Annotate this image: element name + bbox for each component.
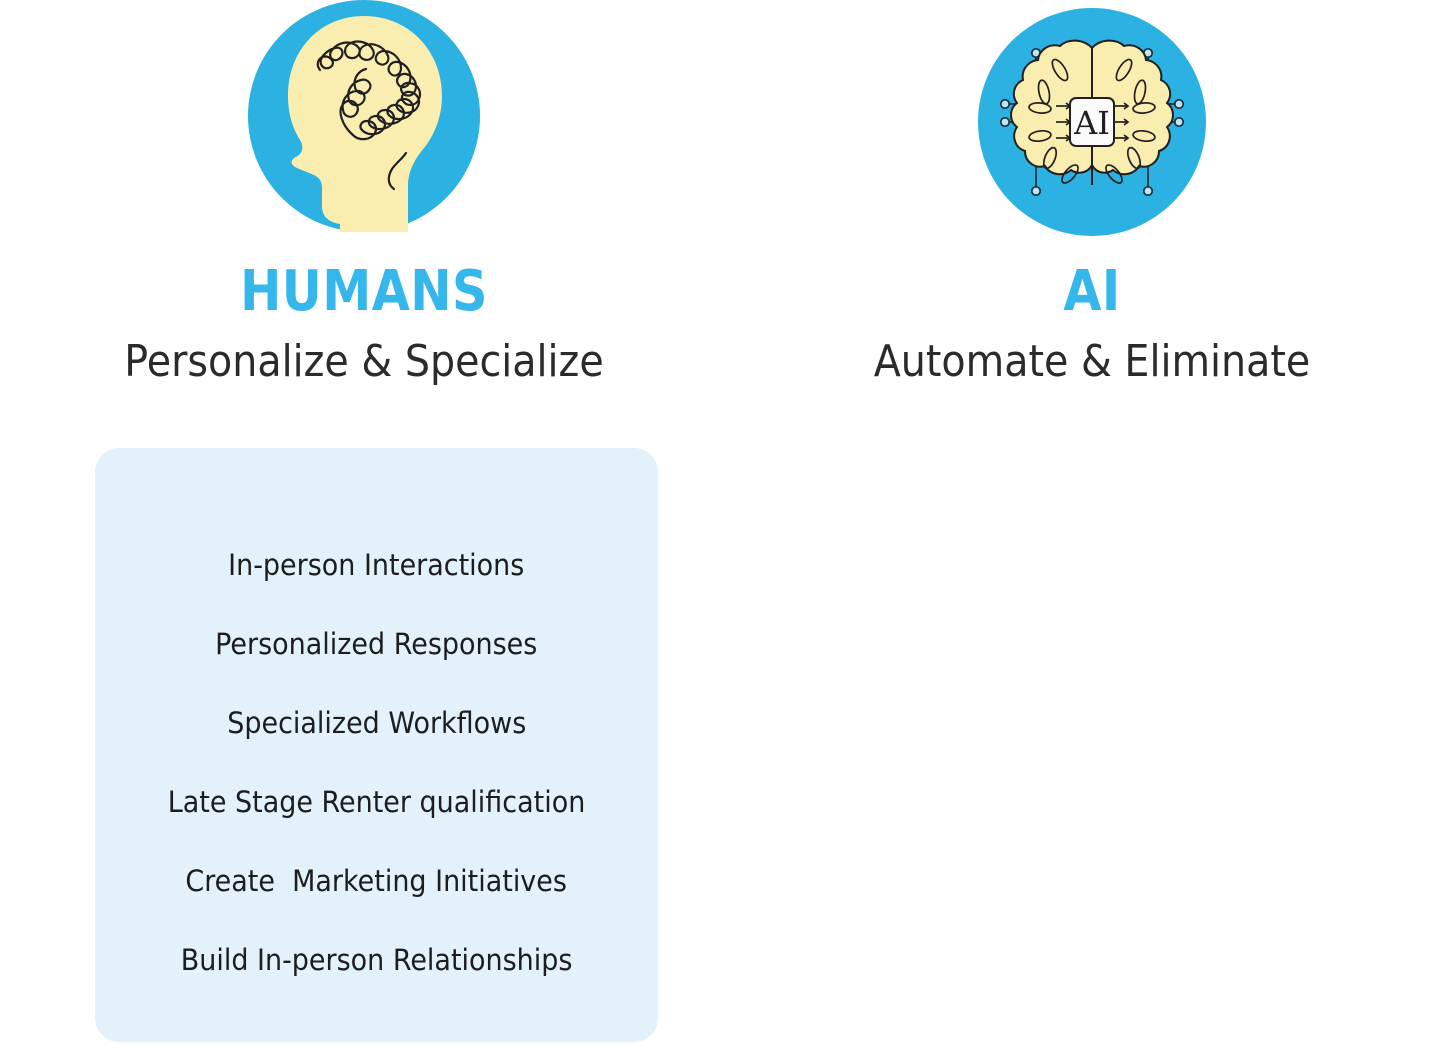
page-title-humans: HUMANS: [240, 259, 488, 324]
subtitle-humans: Personalize & Specialize: [124, 336, 604, 387]
column-ai: AI AI Automate & Eliminate Virtual Inter…: [728, 0, 1456, 1048]
humans-list: In-person Interactions Personalized Resp…: [95, 448, 658, 1000]
human-head-brain-icon: [248, 0, 480, 232]
humans-panel: In-person Interactions Personalized Resp…: [95, 448, 658, 1042]
list-item: Personalized Responses: [215, 627, 538, 661]
ai-chip-brain-icon: AI: [978, 8, 1206, 236]
ai-icon-container: AI: [728, 0, 1456, 248]
list-item: Late Stage Renter qualification: [167, 785, 586, 819]
column-humans: HUMANS Personalize & Specialize In-perso…: [0, 0, 728, 1048]
subtitle-ai: Automate & Eliminate: [873, 336, 1311, 387]
humans-icon-container: [0, 0, 728, 240]
list-item: In-person Interactions: [228, 548, 525, 582]
comparison-board: HUMANS Personalize & Specialize In-perso…: [0, 0, 1456, 1048]
list-item: Specialized Workflows: [226, 706, 526, 740]
list-item: Create Marketing Initiatives: [185, 864, 568, 898]
ai-headings: AI Automate & Eliminate: [728, 262, 1456, 388]
list-item: Build In-person Relationships: [180, 943, 573, 977]
humans-headings: HUMANS Personalize & Specialize: [0, 262, 728, 388]
page-title-ai: AI: [1063, 259, 1121, 324]
ai-chip-label: AI: [1073, 104, 1110, 142]
